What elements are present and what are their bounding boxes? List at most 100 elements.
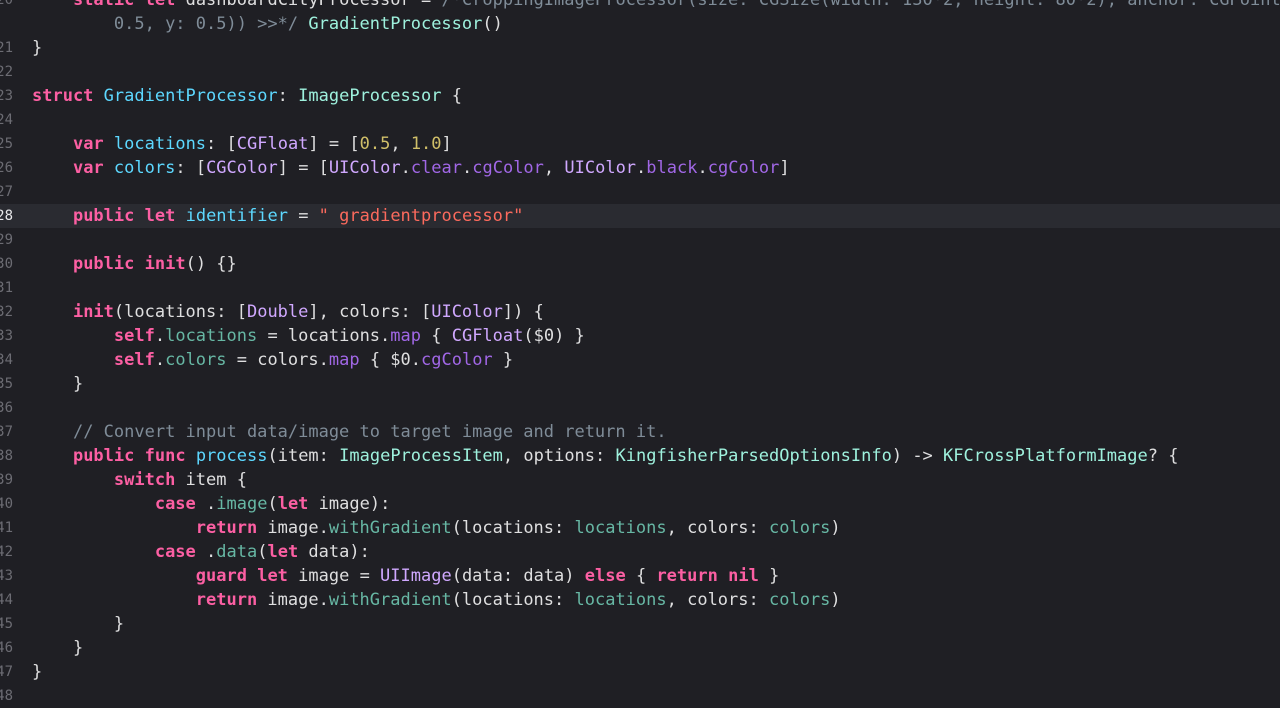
line-number: 22 — [0, 64, 13, 80]
code-line[interactable]: 45 } — [0, 612, 1280, 636]
code-token: , — [543, 158, 565, 178]
code-text[interactable]: return image.withGradient(locations: loc… — [32, 588, 841, 612]
line-number: 44 — [0, 592, 13, 608]
code-token: colors — [113, 158, 176, 178]
code-line[interactable]: 42 case .data(let data): — [0, 540, 1280, 564]
code-text[interactable]: case .data(let data): — [32, 540, 370, 564]
code-token: () — [482, 14, 503, 34]
code-token: locations — [165, 326, 258, 346]
code-text[interactable]: } — [32, 36, 42, 60]
code-text[interactable]: } — [32, 372, 83, 396]
code-text[interactable]: // Convert input data/image to target im… — [32, 420, 667, 444]
code-line[interactable]: 32 init(locations: [Double], colors: [UI… — [0, 300, 1280, 324]
code-token: GradientProcessor — [308, 14, 483, 34]
code-token: map — [328, 350, 360, 370]
code-line[interactable]: 48 — [0, 684, 1280, 708]
code-token: map — [390, 326, 421, 346]
code-token: () {} — [185, 254, 237, 274]
code-line[interactable]: 39 switch item { — [0, 468, 1280, 492]
code-line[interactable]: 35 } — [0, 372, 1280, 396]
code-token: case — [154, 542, 196, 562]
line-number: 28 — [0, 208, 13, 224]
code-line[interactable]: 47} — [0, 660, 1280, 684]
code-token: switch — [113, 470, 176, 490]
code-line[interactable]: 37 // Convert input data/image to target… — [0, 420, 1280, 444]
code-line[interactable]: 26 var colors: [CGColor] = [UIColor.clea… — [0, 156, 1280, 180]
code-text[interactable]: self.colors = colors.map { $0.cgColor } — [32, 348, 513, 372]
line-number: 31 — [0, 280, 13, 296]
code-line[interactable]: 36 — [0, 396, 1280, 420]
code-text[interactable]: public func process(item: ImageProcessIt… — [32, 444, 1179, 468]
code-line[interactable]: 30 public init() {} — [0, 252, 1280, 276]
code-text[interactable]: 0.5, y: 0.5)) >>*/ GradientProcessor() — [32, 12, 503, 36]
code-text[interactable]: var colors: [CGColor] = [UIColor.clear.c… — [32, 156, 790, 180]
code-token: (item: — [267, 446, 340, 466]
line-number: 36 — [0, 400, 13, 416]
code-token: 0.5, y: 0.5)) >>*/ — [113, 14, 299, 34]
code-token: = — [287, 206, 319, 226]
code-token: , — [390, 134, 411, 154]
code-line[interactable]: 38 public func process(item: ImageProces… — [0, 444, 1280, 468]
code-token: ) — [830, 590, 841, 610]
code-line[interactable]: 23 struct GradientProcessor: ImageProcess… — [0, 84, 1280, 108]
line-number: 33 — [0, 328, 13, 344]
code-editor[interactable]: 20 static let dashboardCityProcessor = /… — [0, 0, 1280, 708]
code-token: CGFloat — [236, 134, 309, 154]
code-token: ]) { — [502, 302, 544, 322]
code-token: black — [646, 158, 698, 178]
line-number: 37 — [0, 424, 13, 440]
code-token: Double — [246, 302, 309, 322]
code-line[interactable]: 41 return image.withGradient(locations: … — [0, 516, 1280, 540]
code-line[interactable]: 40 case .image(let image): — [0, 492, 1280, 516]
code-token: = locations. — [257, 326, 391, 346]
code-line[interactable]: 21} — [0, 36, 1280, 60]
code-token: data): — [298, 542, 370, 562]
code-token: colors — [768, 590, 831, 610]
code-text[interactable]: } — [32, 660, 42, 684]
code-line[interactable]: 43 guard let image = UIImage(data: data)… — [0, 564, 1280, 588]
code-line[interactable]: 24 — [0, 108, 1280, 132]
code-text[interactable]: } — [32, 636, 83, 660]
code-line[interactable]: 27 — [0, 180, 1280, 204]
code-text[interactable]: guard let image = UIImage(data: data) el… — [32, 564, 780, 588]
code-token: static — [72, 0, 135, 10]
code-token: , colors: — [666, 590, 769, 610]
code-text[interactable]: switch item { — [32, 468, 247, 492]
code-line[interactable]: 20 static let dashboardCityProcessor = /… — [0, 0, 1280, 12]
code-text[interactable]: } — [32, 612, 124, 636]
code-token: var — [72, 158, 104, 178]
code-text[interactable]: static let dashboardCityProcessor = /*Cr… — [32, 0, 1280, 12]
code-token: CGColor — [206, 158, 278, 178]
code-line[interactable]: 31 — [0, 276, 1280, 300]
code-token: 0.5 — [359, 134, 391, 154]
code-text[interactable]: case .image(let image): — [32, 492, 390, 516]
code-text[interactable]: public init() {} — [32, 252, 237, 276]
code-token: init — [72, 302, 114, 322]
code-text[interactable]: public let identifier = " gradientproces… — [32, 204, 523, 228]
code-text[interactable]: var locations: [CGFloat] = [0.5, 1.0] — [32, 132, 452, 156]
code-token: . — [195, 494, 217, 514]
code-token: UIColor — [431, 302, 503, 322]
code-line[interactable]: 33 self.locations = locations.map { CGFl… — [0, 324, 1280, 348]
code-token: else — [584, 566, 626, 586]
code-line[interactable]: 0.5, y: 0.5)) >>*/ GradientProcessor() — [0, 12, 1280, 36]
code-text[interactable]: init(locations: [Double], colors: [UICol… — [32, 300, 544, 324]
line-number: 27 — [0, 184, 13, 200]
code-text[interactable]: return image.withGradient(locations: loc… — [32, 516, 841, 540]
code-line[interactable]: 34 self.colors = colors.map { $0.cgColor… — [0, 348, 1280, 372]
code-line[interactable]: 22 — [0, 60, 1280, 84]
line-number: 25 — [0, 136, 13, 152]
code-line[interactable]: 29 — [0, 228, 1280, 252]
code-text[interactable]: struct GradientProcessor: ImageProcessor… — [32, 84, 462, 108]
code-token: } — [32, 662, 43, 682]
code-token: data — [216, 542, 258, 562]
code-text[interactable]: self.locations = locations.map { CGFloat… — [32, 324, 585, 348]
code-line[interactable]: 46 } — [0, 636, 1280, 660]
code-line[interactable]: 25 var locations: [CGFloat] = [0.5, 1.0] — [0, 132, 1280, 156]
current-code-line[interactable]: 28 public let identifier = " gradientpro… — [0, 204, 1280, 228]
code-line[interactable]: 44 return image.withGradient(locations: … — [0, 588, 1280, 612]
